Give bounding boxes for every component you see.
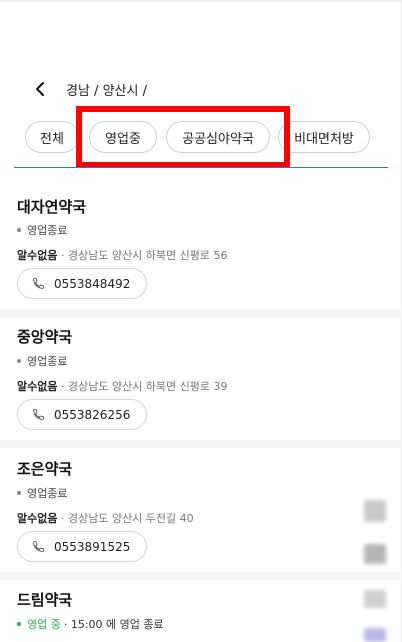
phone-icon <box>33 278 44 289</box>
blurred-floating-icon <box>364 500 386 522</box>
filter-bar-underline <box>14 167 388 168</box>
card-divider <box>0 309 402 317</box>
pharmacy-name[interactable]: 대자연약국 <box>17 196 86 217</box>
blurred-floating-icon <box>364 628 386 642</box>
status-dot-icon <box>17 491 21 495</box>
status-text: 영업 중 <box>27 618 61 631</box>
pharmacy-address: 알수없음 · 경상남도 양산시 하북면 신평로 39 <box>17 378 228 394</box>
address-text: · 경상남도 양산시 두전길 40 <box>60 512 194 525</box>
pharmacy-status: 영업종료 <box>17 353 67 369</box>
address-text: · 경상남도 양산시 하북면 신평로 56 <box>60 249 228 262</box>
phone-icon <box>33 541 44 552</box>
breadcrumb: 경남 / 양산시 / <box>66 84 147 99</box>
phone-button[interactable]: 0553891525 <box>17 531 148 562</box>
address-prefix: 알수없음 <box>17 249 58 262</box>
phone-button[interactable]: 0553848492 <box>17 268 148 299</box>
filter-chip-all[interactable]: 전체 <box>25 121 79 153</box>
phone-number: 0553848492 <box>54 276 131 291</box>
status-dot-icon <box>17 622 21 626</box>
pharmacy-address: 알수없음 · 경상남도 양산시 하북면 신평로 56 <box>17 247 228 263</box>
phone-number: 0553891525 <box>54 539 131 554</box>
status-text: 영업종료 <box>27 487 68 500</box>
filter-chip-remote-prescription[interactable]: 비대면처방 <box>278 121 370 153</box>
card-divider <box>0 440 402 448</box>
pharmacy-status: 영업 중 · 15:00 에 영업 종료 <box>17 616 164 632</box>
pharmacy-name[interactable]: 중앙약국 <box>17 326 72 347</box>
address-text: · 경상남도 양산시 하북면 신평로 39 <box>60 380 228 393</box>
pharmacy-name[interactable]: 드림약국 <box>17 589 72 610</box>
pharmacy-status: 영업종료 <box>17 485 67 501</box>
card-divider <box>0 572 402 580</box>
pharmacy-name[interactable]: 조은약국 <box>17 458 72 479</box>
top-status-strip <box>0 0 402 2</box>
status-dot-icon <box>17 359 21 363</box>
filter-chip-open-now[interactable]: 영업중 <box>89 121 157 153</box>
address-prefix: 알수없음 <box>17 512 58 525</box>
status-note: · 15:00 에 영업 종료 <box>63 618 164 631</box>
blurred-floating-icon <box>364 544 386 564</box>
phone-button[interactable]: 0553826256 <box>17 399 148 430</box>
phone-number: 0553826256 <box>54 407 131 422</box>
filter-chip-bar: 전체 영업중 공공심야약국 비대면처방 <box>0 121 402 155</box>
status-text: 영업종료 <box>27 355 68 368</box>
pharmacy-status: 영업종료 <box>17 222 67 238</box>
header: 경남 / 양산시 / <box>0 74 402 104</box>
back-button[interactable] <box>30 78 52 100</box>
status-dot-icon <box>17 228 21 232</box>
address-prefix: 알수없음 <box>17 380 58 393</box>
status-text: 영업종료 <box>27 224 68 237</box>
pharmacy-address: 알수없음 · 경상남도 양산시 두전길 40 <box>17 510 194 526</box>
blurred-floating-icon <box>364 590 386 608</box>
filter-chip-public-night-pharmacy[interactable]: 공공심야약국 <box>166 121 270 153</box>
chevron-left-icon <box>36 82 44 96</box>
phone-icon <box>33 409 44 420</box>
